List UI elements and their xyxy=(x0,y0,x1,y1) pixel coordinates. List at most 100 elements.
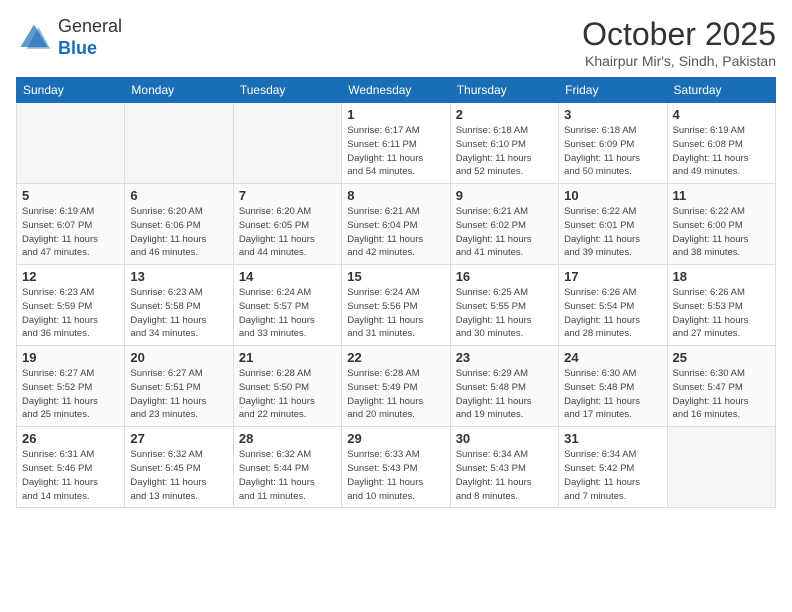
day-info: Sunrise: 6:21 AMSunset: 6:04 PMDaylight:… xyxy=(347,205,444,260)
day-number: 25 xyxy=(673,350,770,365)
calendar-cell: 29 Sunrise: 6:33 AMSunset: 5:43 PMDayligh… xyxy=(342,427,450,508)
calendar-cell: 31 Sunrise: 6:34 AMSunset: 5:42 PMDayligh… xyxy=(559,427,667,508)
calendar-cell: 6 Sunrise: 6:20 AMSunset: 6:06 PMDaylight… xyxy=(125,184,233,265)
day-number: 26 xyxy=(22,431,119,446)
day-number: 17 xyxy=(564,269,661,284)
calendar-cell: 12Sunrise: 6:23 AMSunset: 5:59 PMDayligh… xyxy=(17,265,125,346)
calendar-cell: 8 Sunrise: 6:21 AMSunset: 6:04 PMDaylight… xyxy=(342,184,450,265)
day-number: 1 xyxy=(347,107,444,122)
calendar-cell: 14 Sunrise: 6:24 AMSunset: 5:57 PMDayligh… xyxy=(233,265,341,346)
weekday-header-friday: Friday xyxy=(559,78,667,103)
calendar-week-1: 1 Sunrise: 6:17 AMSunset: 6:11 PMDaylight… xyxy=(17,103,776,184)
day-info: Sunrise: 6:28 AMSunset: 5:49 PMDaylight:… xyxy=(347,367,444,422)
weekday-header-tuesday: Tuesday xyxy=(233,78,341,103)
day-info: Sunrise: 6:32 AMSunset: 5:45 PMDaylight:… xyxy=(130,448,227,503)
calendar-cell xyxy=(233,103,341,184)
logo-blue: Blue xyxy=(58,38,97,58)
calendar-cell xyxy=(125,103,233,184)
day-number: 30 xyxy=(456,431,553,446)
calendar-cell: 7Sunrise: 6:20 AMSunset: 6:05 PMDaylight… xyxy=(233,184,341,265)
calendar-cell xyxy=(667,427,775,508)
day-info: Sunrise: 6:26 AMSunset: 5:54 PMDaylight:… xyxy=(564,286,661,341)
logo-icon xyxy=(16,20,52,56)
calendar-cell: 2 Sunrise: 6:18 AMSunset: 6:10 PMDaylight… xyxy=(450,103,558,184)
day-info: Sunrise: 6:17 AMSunset: 6:11 PMDaylight:… xyxy=(347,124,444,179)
day-info: Sunrise: 6:28 AMSunset: 5:50 PMDaylight:… xyxy=(239,367,336,422)
calendar-header: SundayMondayTuesdayWednesdayThursdayFrid… xyxy=(17,78,776,103)
calendar-cell: 11 Sunrise: 6:22 AMSunset: 6:00 PMDayligh… xyxy=(667,184,775,265)
day-info: Sunrise: 6:32 AMSunset: 5:44 PMDaylight:… xyxy=(239,448,336,503)
day-number: 27 xyxy=(130,431,227,446)
day-info: Sunrise: 6:19 AMSunset: 6:08 PMDaylight:… xyxy=(673,124,770,179)
day-info: Sunrise: 6:30 AMSunset: 5:48 PMDaylight:… xyxy=(564,367,661,422)
day-number: 5 xyxy=(22,188,119,203)
day-info: Sunrise: 6:18 AMSunset: 6:10 PMDaylight:… xyxy=(456,124,553,179)
day-info: Sunrise: 6:31 AMSunset: 5:46 PMDaylight:… xyxy=(22,448,119,503)
calendar-cell: 19 Sunrise: 6:27 AMSunset: 5:52 PMDayligh… xyxy=(17,346,125,427)
day-info: Sunrise: 6:33 AMSunset: 5:43 PMDaylight:… xyxy=(347,448,444,503)
day-info: Sunrise: 6:29 AMSunset: 5:48 PMDaylight:… xyxy=(456,367,553,422)
weekday-header-monday: Monday xyxy=(125,78,233,103)
weekday-header-thursday: Thursday xyxy=(450,78,558,103)
day-number: 29 xyxy=(347,431,444,446)
day-number: 21 xyxy=(239,350,336,365)
calendar-cell: 28Sunrise: 6:32 AMSunset: 5:44 PMDayligh… xyxy=(233,427,341,508)
day-info: Sunrise: 6:23 AMSunset: 5:58 PMDaylight:… xyxy=(130,286,227,341)
day-number: 31 xyxy=(564,431,661,446)
month-title: October 2025 xyxy=(582,16,776,53)
page-header: General Blue October 2025 Khairpur Mir's… xyxy=(16,16,776,69)
day-number: 10 xyxy=(564,188,661,203)
calendar-cell: 20 Sunrise: 6:27 AMSunset: 5:51 PMDayligh… xyxy=(125,346,233,427)
location: Khairpur Mir's, Sindh, Pakistan xyxy=(582,53,776,69)
calendar-cell: 1 Sunrise: 6:17 AMSunset: 6:11 PMDaylight… xyxy=(342,103,450,184)
day-info: Sunrise: 6:23 AMSunset: 5:59 PMDaylight:… xyxy=(22,286,119,341)
calendar-cell: 5 Sunrise: 6:19 AMSunset: 6:07 PMDaylight… xyxy=(17,184,125,265)
day-info: Sunrise: 6:30 AMSunset: 5:47 PMDaylight:… xyxy=(673,367,770,422)
day-number: 11 xyxy=(673,188,770,203)
weekday-header-saturday: Saturday xyxy=(667,78,775,103)
day-number: 24 xyxy=(564,350,661,365)
calendar-cell xyxy=(17,103,125,184)
calendar-week-2: 5 Sunrise: 6:19 AMSunset: 6:07 PMDaylight… xyxy=(17,184,776,265)
title-block: October 2025 Khairpur Mir's, Sindh, Paki… xyxy=(582,16,776,69)
day-info: Sunrise: 6:22 AMSunset: 6:01 PMDaylight:… xyxy=(564,205,661,260)
day-info: Sunrise: 6:24 AMSunset: 5:56 PMDaylight:… xyxy=(347,286,444,341)
day-number: 2 xyxy=(456,107,553,122)
day-number: 20 xyxy=(130,350,227,365)
day-number: 19 xyxy=(22,350,119,365)
calendar-cell: 15Sunrise: 6:24 AMSunset: 5:56 PMDayligh… xyxy=(342,265,450,346)
weekday-header-row: SundayMondayTuesdayWednesdayThursdayFrid… xyxy=(17,78,776,103)
day-info: Sunrise: 6:34 AMSunset: 5:43 PMDaylight:… xyxy=(456,448,553,503)
calendar-cell: 3Sunrise: 6:18 AMSunset: 6:09 PMDaylight… xyxy=(559,103,667,184)
logo: General Blue xyxy=(16,16,122,59)
day-info: Sunrise: 6:19 AMSunset: 6:07 PMDaylight:… xyxy=(22,205,119,260)
day-info: Sunrise: 6:21 AMSunset: 6:02 PMDaylight:… xyxy=(456,205,553,260)
day-info: Sunrise: 6:20 AMSunset: 6:06 PMDaylight:… xyxy=(130,205,227,260)
calendar-cell: 17 Sunrise: 6:26 AMSunset: 5:54 PMDayligh… xyxy=(559,265,667,346)
day-number: 14 xyxy=(239,269,336,284)
calendar-cell: 18Sunrise: 6:26 AMSunset: 5:53 PMDayligh… xyxy=(667,265,775,346)
day-number: 4 xyxy=(673,107,770,122)
calendar-cell: 30 Sunrise: 6:34 AMSunset: 5:43 PMDayligh… xyxy=(450,427,558,508)
day-info: Sunrise: 6:24 AMSunset: 5:57 PMDaylight:… xyxy=(239,286,336,341)
calendar-cell: 23Sunrise: 6:29 AMSunset: 5:48 PMDayligh… xyxy=(450,346,558,427)
day-info: Sunrise: 6:18 AMSunset: 6:09 PMDaylight:… xyxy=(564,124,661,179)
day-info: Sunrise: 6:27 AMSunset: 5:51 PMDaylight:… xyxy=(130,367,227,422)
day-number: 8 xyxy=(347,188,444,203)
calendar-cell: 26 Sunrise: 6:31 AMSunset: 5:46 PMDayligh… xyxy=(17,427,125,508)
calendar-cell: 25 Sunrise: 6:30 AMSunset: 5:47 PMDayligh… xyxy=(667,346,775,427)
calendar-cell: 24 Sunrise: 6:30 AMSunset: 5:48 PMDayligh… xyxy=(559,346,667,427)
day-info: Sunrise: 6:34 AMSunset: 5:42 PMDaylight:… xyxy=(564,448,661,503)
day-number: 16 xyxy=(456,269,553,284)
calendar-cell: 10 Sunrise: 6:22 AMSunset: 6:01 PMDayligh… xyxy=(559,184,667,265)
day-number: 13 xyxy=(130,269,227,284)
day-number: 6 xyxy=(130,188,227,203)
calendar-week-3: 12Sunrise: 6:23 AMSunset: 5:59 PMDayligh… xyxy=(17,265,776,346)
calendar-week-5: 26 Sunrise: 6:31 AMSunset: 5:46 PMDayligh… xyxy=(17,427,776,508)
calendar-table: SundayMondayTuesdayWednesdayThursdayFrid… xyxy=(16,77,776,508)
day-info: Sunrise: 6:27 AMSunset: 5:52 PMDaylight:… xyxy=(22,367,119,422)
calendar-cell: 16Sunrise: 6:25 AMSunset: 5:55 PMDayligh… xyxy=(450,265,558,346)
weekday-header-wednesday: Wednesday xyxy=(342,78,450,103)
calendar-cell: 21 Sunrise: 6:28 AMSunset: 5:50 PMDayligh… xyxy=(233,346,341,427)
day-info: Sunrise: 6:22 AMSunset: 6:00 PMDaylight:… xyxy=(673,205,770,260)
